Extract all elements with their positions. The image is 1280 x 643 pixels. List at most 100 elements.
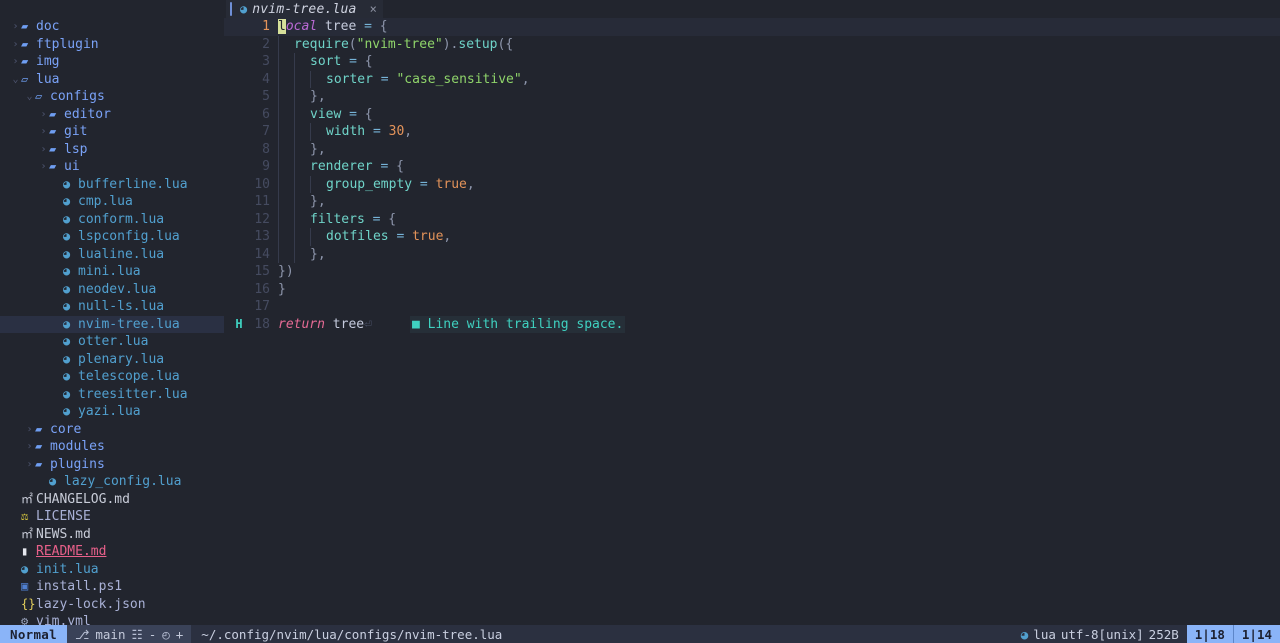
code-line-3[interactable]: 3 sort = { bbox=[224, 53, 1280, 71]
indent-guide bbox=[294, 123, 295, 141]
code-line-2[interactable]: 2 require("nvim-tree").setup({ bbox=[224, 35, 1280, 53]
indent-guide bbox=[278, 228, 279, 246]
line-number: 9 bbox=[262, 159, 270, 174]
token: filters bbox=[310, 211, 365, 227]
code-line-9[interactable]: 9 renderer = { bbox=[224, 158, 1280, 176]
file-explorer-sidebar[interactable]: › ▰ doc › ▰ ftplugin › ▰ img ⌄ ▱ lua ⌄ ▱ configs › ▰ edit… bbox=[0, 18, 224, 625]
tree-item-readme-md[interactable]: ▮ README.md bbox=[0, 543, 224, 561]
tree-item-modules[interactable]: › ▰ modules bbox=[0, 438, 224, 456]
tree-item-neodev-lua[interactable]: ◕ neodev.lua bbox=[0, 281, 224, 299]
tree-item-conform-lua[interactable]: ◕ conform.lua bbox=[0, 211, 224, 229]
token: 30 bbox=[388, 124, 405, 139]
tree-item-cmp-lua[interactable]: ◕ cmp.lua bbox=[0, 193, 224, 211]
indent-guide bbox=[278, 53, 279, 71]
tree-item-otter-lua[interactable]: ◕ otter.lua bbox=[0, 333, 224, 351]
chevron-right-icon[interactable]: › bbox=[38, 141, 49, 159]
tree-item-label: LICENSE bbox=[36, 509, 91, 524]
code-line-8[interactable]: 8}, bbox=[224, 140, 1280, 158]
tree-item-git[interactable]: › ▰ git bbox=[0, 123, 224, 141]
tree-item-lazy-lock-json[interactable]: {}lazy-lock.json bbox=[0, 596, 224, 614]
tree-item-plenary-lua[interactable]: ◕ plenary.lua bbox=[0, 351, 224, 369]
line-number: 12 bbox=[254, 211, 270, 227]
code-text: return tree⏎ bbox=[278, 316, 372, 334]
tree-item-license[interactable]: ⚖ LICENSE bbox=[0, 508, 224, 526]
tree-item-lspconfig-lua[interactable]: ◕ lspconfig.lua bbox=[0, 228, 224, 246]
tree-item-label: telescope.lua bbox=[78, 369, 180, 384]
code-line-7[interactable]: 7 width = 30, bbox=[224, 123, 1280, 141]
chevron-right-icon[interactable]: › bbox=[38, 106, 49, 124]
code-line-10[interactable]: 10 group_empty = true, bbox=[224, 175, 1280, 193]
line-number: 18 bbox=[254, 316, 270, 332]
tree-item-label: cmp.lua bbox=[78, 194, 133, 209]
tree-item-bufferline-lua[interactable]: ◕ bufferline.lua bbox=[0, 176, 224, 194]
chevron-right-icon[interactable]: › bbox=[38, 123, 49, 141]
chevron-right-icon[interactable]: › bbox=[10, 36, 21, 54]
token: , bbox=[317, 89, 326, 104]
chevron-right-icon[interactable]: › bbox=[38, 158, 49, 176]
tree-item-telescope-lua[interactable]: ◕ telescope.lua bbox=[0, 368, 224, 386]
chevron-down-icon[interactable]: ⌄ bbox=[24, 88, 35, 106]
tree-item-null-ls-lua[interactable]: ◕ null-ls.lua bbox=[0, 298, 224, 316]
code-line-18[interactable]: H 18 return tree⏎ ■ Line with trailing spac… bbox=[224, 315, 1280, 334]
tree-item-news-md[interactable]: ㎡ NEWS.md bbox=[0, 526, 224, 544]
tree-item-init-lua[interactable]: ◕ init.lua bbox=[0, 561, 224, 579]
buffer-tab-nvim-tree-lua[interactable]: ◕ nvim-tree.lua × bbox=[226, 0, 383, 18]
tree-item-install-ps1[interactable]: ▣ install.ps1 bbox=[0, 578, 224, 596]
tree-item-plugins[interactable]: › ▰ plugins bbox=[0, 456, 224, 474]
code-line-1[interactable]: 1 local tree = { bbox=[224, 18, 1280, 36]
chevron-right-icon[interactable]: › bbox=[24, 456, 35, 474]
code-line-12[interactable]: 12 filters = { bbox=[224, 210, 1280, 228]
tree-item-mini-lua[interactable]: ◕ mini.lua bbox=[0, 263, 224, 281]
tree-item-lualine-lua[interactable]: ◕ lualine.lua bbox=[0, 246, 224, 264]
lua-icon: ◕ bbox=[63, 229, 71, 243]
tree-item-lazy-config-lua[interactable]: ◕ lazy_config.lua bbox=[0, 473, 224, 491]
lua-icon: ◕ bbox=[63, 176, 71, 191]
tree-item-lsp[interactable]: › ▰ lsp bbox=[0, 141, 224, 159]
tree-item-label: lua bbox=[36, 71, 60, 87]
indent-guide bbox=[294, 53, 295, 71]
code-line-17[interactable]: 17 bbox=[224, 298, 1280, 316]
tree-item-img[interactable]: › ▰ img bbox=[0, 53, 224, 71]
tree-item-yazi-lua[interactable]: ◕ yazi.lua bbox=[0, 403, 224, 421]
code-line-11[interactable]: 11}, bbox=[224, 193, 1280, 211]
tree-item-changelog-md[interactable]: ㎡ CHANGELOG.md bbox=[0, 491, 224, 509]
line-number: 8 bbox=[262, 141, 270, 157]
code-editor[interactable]: 1 local tree = {2 require("nvim-tree").set… bbox=[224, 18, 1280, 625]
code-line-16[interactable]: 16} bbox=[224, 281, 1280, 299]
tree-item-treesitter-lua[interactable]: ◕ treesitter.lua bbox=[0, 386, 224, 404]
tree-item-nvim-tree-lua[interactable]: ◕ nvim-tree.lua bbox=[0, 315, 224, 333]
tab-indicator-bar bbox=[230, 2, 232, 16]
token: group_empty bbox=[326, 176, 413, 192]
code-line-15[interactable]: 15}) bbox=[224, 263, 1280, 281]
chevron-right-icon[interactable]: › bbox=[24, 421, 35, 439]
tree-item-ftplugin[interactable]: › ▰ ftplugin bbox=[0, 36, 224, 54]
tree-item-lua[interactable]: ⌄ ▱ lua bbox=[0, 71, 224, 89]
indent-guide bbox=[278, 158, 279, 176]
chevron-right-icon[interactable]: › bbox=[10, 18, 21, 36]
code-text: sort = { bbox=[310, 53, 373, 71]
gear-icon: ⚙ bbox=[21, 614, 29, 625]
code-line-4[interactable]: 4 sorter = "case_sensitive", bbox=[224, 70, 1280, 88]
code-line-6[interactable]: 6 view = { bbox=[224, 105, 1280, 123]
tree-item-editor[interactable]: › ▰ editor bbox=[0, 106, 224, 124]
chevron-down-icon[interactable]: ⌄ bbox=[10, 71, 21, 89]
tree-item-vim-yml[interactable]: ⚙ vim.yml bbox=[0, 613, 224, 625]
chevron-right-icon[interactable]: › bbox=[24, 438, 35, 456]
code-line-13[interactable]: 13 dotfiles = true, bbox=[224, 228, 1280, 246]
token: true bbox=[435, 176, 467, 192]
code-line-5[interactable]: 5}, bbox=[224, 88, 1280, 106]
token: = bbox=[419, 176, 428, 192]
status-git-section: ⎇ main ☷ - ◴ + bbox=[66, 625, 192, 643]
tree-item-ui[interactable]: › ▰ ui bbox=[0, 158, 224, 176]
close-icon[interactable]: × bbox=[370, 2, 377, 16]
token: , bbox=[317, 194, 326, 209]
line-number: 10 bbox=[254, 176, 270, 192]
tree-item-doc[interactable]: › ▰ doc bbox=[0, 18, 224, 36]
chevron-right-icon[interactable]: › bbox=[10, 53, 21, 71]
git-branch-label: main bbox=[95, 626, 126, 642]
tree-item-configs[interactable]: ⌄ ▱ configs bbox=[0, 88, 224, 106]
tree-item-core[interactable]: › ▰ core bbox=[0, 421, 224, 439]
code-line-14[interactable]: 14}, bbox=[224, 245, 1280, 263]
